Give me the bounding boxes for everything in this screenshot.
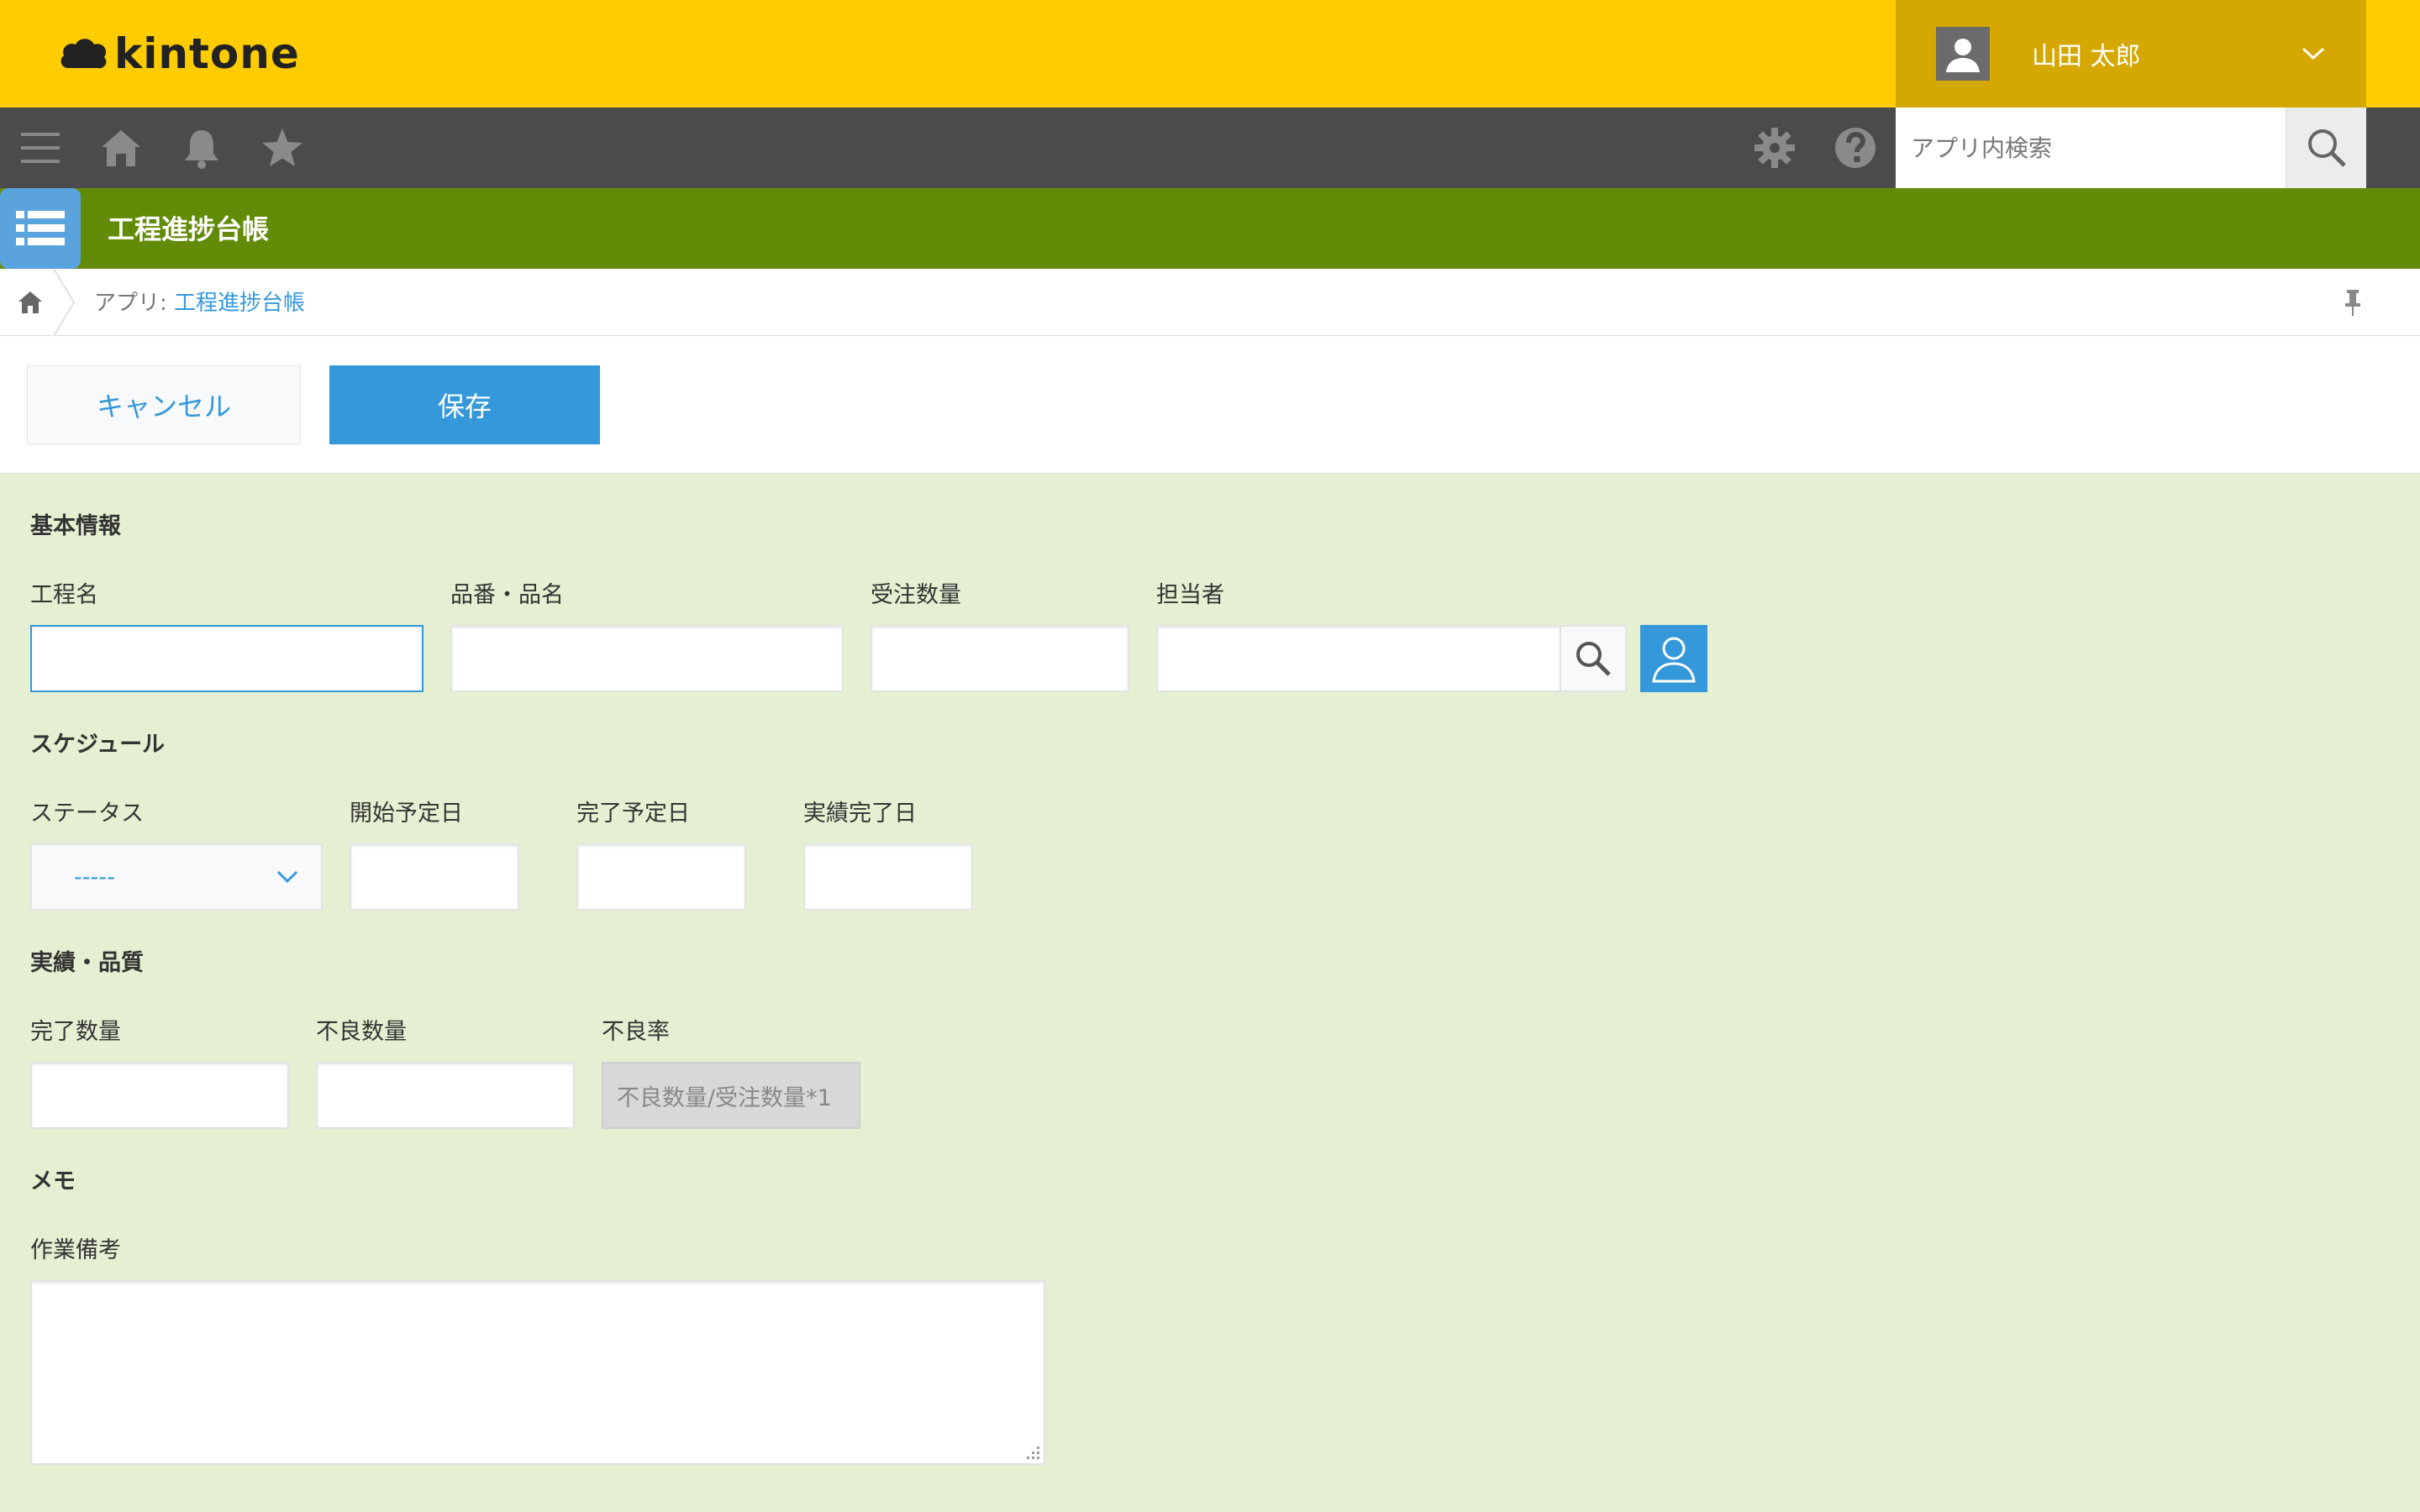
assignee-label: 担当者 bbox=[1156, 582, 1224, 608]
save-button[interactable]: 保存 bbox=[329, 365, 600, 444]
app-header: 工程進捗台帳 bbox=[0, 188, 2420, 269]
bell-icon[interactable] bbox=[178, 124, 225, 171]
breadcrumb-separator-icon bbox=[53, 269, 76, 336]
global-header: kintone 山田 太郎 bbox=[0, 0, 2420, 108]
work-notes-label: 作業備考 bbox=[30, 1237, 121, 1263]
defect-rate-formula: 不良数量/受注数量*1 bbox=[617, 1084, 832, 1111]
help-icon[interactable] bbox=[1832, 124, 1879, 171]
user-menu[interactable]: 山田 太郎 bbox=[1896, 0, 2366, 108]
app-icon[interactable] bbox=[0, 188, 81, 269]
status-dropdown[interactable]: ----- bbox=[30, 843, 323, 911]
planned-end-date-input[interactable] bbox=[576, 843, 746, 911]
cancel-button[interactable]: キャンセル bbox=[27, 365, 301, 444]
global-toolbar bbox=[0, 108, 2420, 188]
product-input[interactable] bbox=[450, 625, 844, 692]
defect-rate-calculated-field: 不良数量/受注数量*1 bbox=[602, 1062, 860, 1129]
search-icon bbox=[2307, 129, 2346, 167]
kintone-logo[interactable]: kintone bbox=[57, 29, 300, 79]
actual-end-label: 実績完了日 bbox=[803, 801, 917, 827]
search-icon bbox=[1576, 642, 1611, 676]
product-label: 品番・品名 bbox=[450, 582, 564, 608]
chevron-down-icon[interactable] bbox=[2301, 46, 2326, 61]
cloud-logo-icon bbox=[60, 39, 107, 69]
planned-end-label: 完了予定日 bbox=[576, 801, 690, 827]
status-selected-value: ----- bbox=[74, 864, 115, 890]
section-label-basic: 基本情報 bbox=[30, 513, 121, 539]
actual-end-date-input[interactable] bbox=[803, 843, 973, 911]
hamburger-menu-icon[interactable] bbox=[17, 124, 64, 171]
breadcrumb: アプリ: 工程進捗台帳 bbox=[0, 269, 2420, 336]
home-icon[interactable] bbox=[97, 124, 145, 171]
avatar bbox=[1936, 27, 1990, 81]
star-icon[interactable] bbox=[259, 124, 306, 171]
breadcrumb-home-icon[interactable] bbox=[13, 286, 47, 319]
action-bar: キャンセル 保存 bbox=[0, 336, 2420, 474]
defect-qty-label: 不良数量 bbox=[316, 1019, 407, 1045]
completed-qty-input[interactable] bbox=[30, 1062, 289, 1129]
breadcrumb-path: アプリ: 工程進捗台帳 bbox=[94, 286, 305, 317]
completed-qty-label: 完了数量 bbox=[30, 1019, 121, 1045]
app-title: 工程進捗台帳 bbox=[108, 213, 270, 245]
search-button[interactable] bbox=[2286, 108, 2366, 188]
order-qty-input[interactable] bbox=[871, 625, 1129, 692]
logo-text: kintone bbox=[114, 29, 300, 78]
section-label-results: 実績・品質 bbox=[30, 950, 144, 976]
user-select-button[interactable] bbox=[1640, 625, 1707, 692]
breadcrumb-prefix: アプリ: bbox=[94, 291, 175, 316]
app-search bbox=[1896, 108, 2366, 188]
defect-qty-input[interactable] bbox=[316, 1062, 575, 1129]
user-avatar-icon bbox=[1946, 39, 1980, 72]
resize-handle-icon[interactable] bbox=[1023, 1443, 1042, 1462]
user-name: 山田 太郎 bbox=[2032, 42, 2141, 71]
process-name-label: 工程名 bbox=[30, 582, 98, 608]
list-icon bbox=[16, 211, 65, 245]
breadcrumb-app-link[interactable]: 工程進捗台帳 bbox=[174, 291, 305, 316]
work-notes-textarea[interactable] bbox=[30, 1280, 1045, 1465]
gear-icon[interactable] bbox=[1751, 124, 1798, 171]
status-label: ステータス bbox=[30, 801, 144, 827]
app-search-input[interactable] bbox=[1896, 108, 2286, 188]
order-qty-label: 受注数量 bbox=[871, 582, 961, 608]
section-label-memo: メモ bbox=[30, 1168, 76, 1194]
user-icon bbox=[1652, 637, 1696, 683]
section-label-schedule: スケジュール bbox=[30, 732, 166, 758]
assignee-input[interactable] bbox=[1156, 625, 1561, 692]
planned-start-date-input[interactable] bbox=[350, 843, 519, 911]
pin-icon[interactable] bbox=[2336, 284, 2370, 321]
process-name-input[interactable] bbox=[30, 625, 424, 692]
defect-rate-label: 不良率 bbox=[602, 1019, 670, 1045]
planned-start-label: 開始予定日 bbox=[350, 801, 463, 827]
assignee-search-button[interactable] bbox=[1560, 625, 1627, 692]
chevron-down-icon bbox=[276, 870, 298, 884]
